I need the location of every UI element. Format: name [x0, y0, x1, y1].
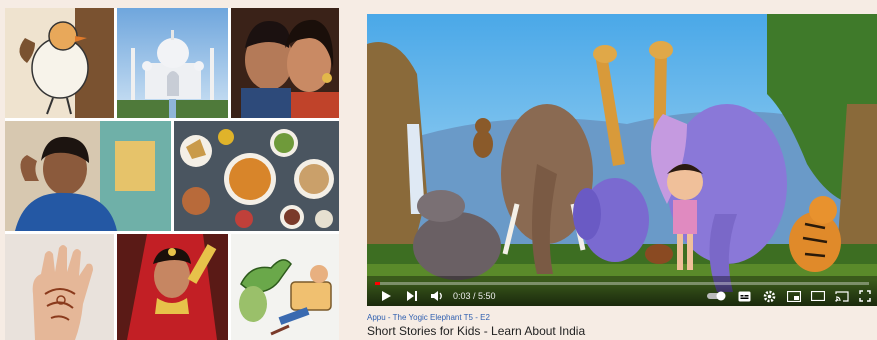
woman-portrait-tile[interactable]	[5, 121, 171, 231]
video-title[interactable]: Short Stories for Kids - Learn About Ind…	[367, 324, 877, 339]
taj-mahal-photo	[117, 8, 228, 118]
settings-icon[interactable]	[762, 289, 776, 303]
henna-photo	[5, 234, 114, 340]
turtle-illustration	[231, 234, 339, 340]
progress-played	[375, 282, 380, 285]
couple-portrait-tile[interactable]	[231, 8, 339, 118]
video-frame-elephants	[367, 14, 877, 306]
fullscreen-icon[interactable]	[858, 289, 872, 303]
next-icon[interactable]	[405, 289, 419, 303]
woman-photo	[5, 121, 171, 231]
time-display: 0:03 / 5:50	[453, 291, 496, 301]
bride-photo	[117, 234, 228, 340]
henna-hand-tile[interactable]	[5, 234, 114, 340]
player-controls: 0:03 / 5:50	[367, 280, 877, 306]
image-collage	[5, 8, 339, 340]
channel-link[interactable]: Appu - The Yogic Elephant T5 - E2	[367, 313, 877, 323]
autoplay-toggle-icon[interactable]	[707, 289, 727, 303]
cartoon-bird-tile[interactable]	[5, 8, 114, 118]
video-meta: Appu - The Yogic Elephant T5 - E2 Short …	[367, 313, 877, 339]
volume-icon[interactable]	[429, 289, 443, 303]
play-icon[interactable]	[379, 289, 393, 303]
couple-photo	[231, 8, 339, 118]
bride-tile[interactable]	[117, 234, 228, 340]
cartoon-turtle-tile[interactable]	[231, 234, 339, 340]
taj-mahal-tile[interactable]	[117, 8, 228, 118]
food-photo	[174, 121, 339, 231]
miniplayer-icon[interactable]	[787, 289, 801, 303]
video-player[interactable]: 0:03 / 5:50	[367, 14, 877, 306]
theater-icon[interactable]	[811, 289, 825, 303]
progress-bar[interactable]	[375, 282, 869, 285]
food-spread-tile[interactable]	[174, 121, 339, 231]
subtitles-icon[interactable]	[737, 289, 751, 303]
cast-icon[interactable]	[835, 289, 849, 303]
cartoon-bird-illustration	[5, 8, 114, 118]
